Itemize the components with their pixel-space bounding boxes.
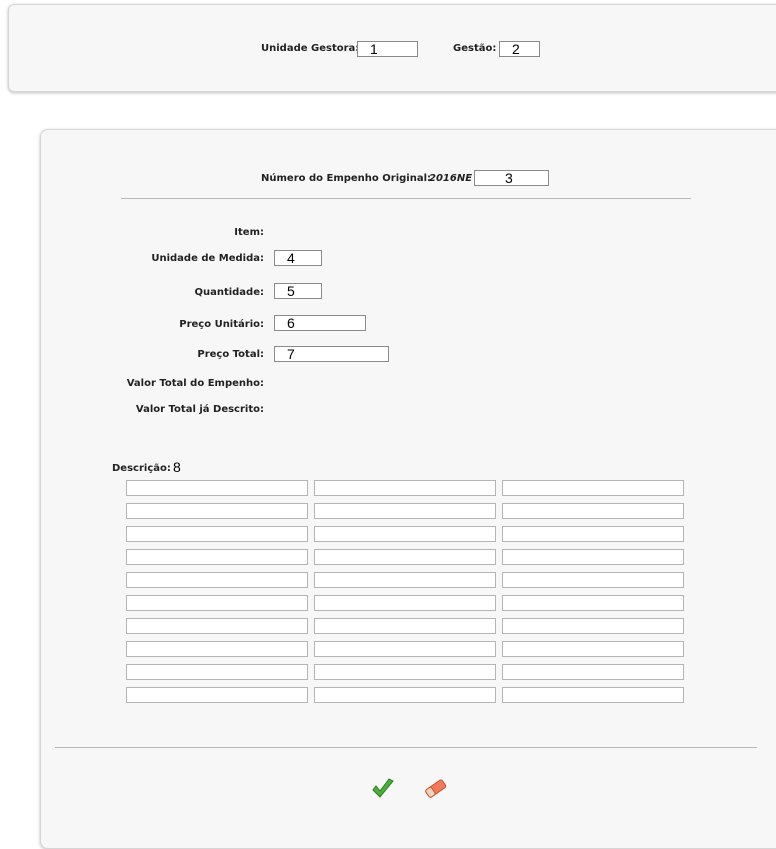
descricao-cell[interactable] <box>502 618 684 634</box>
descricao-cell[interactable] <box>126 595 308 611</box>
descricao-cell[interactable] <box>126 526 308 542</box>
valor-total-descrito-label: Valor Total já Descrito: <box>135 404 264 415</box>
descricao-cell[interactable] <box>314 641 496 657</box>
unidade-medida-input[interactable]: 4 <box>274 250 322 266</box>
descricao-cell[interactable] <box>502 687 684 703</box>
descricao-cell[interactable] <box>126 572 308 588</box>
quantidade-label: Quantidade: <box>194 287 264 298</box>
gestao-label: Gestão: <box>453 43 497 54</box>
valor-total-empenho-label: Valor Total do Empenho: <box>126 378 264 389</box>
descricao-cell[interactable] <box>314 503 496 519</box>
descricao-cell[interactable] <box>314 664 496 680</box>
descricao-cell[interactable] <box>126 618 308 634</box>
descricao-cell[interactable] <box>314 618 496 634</box>
descricao-cell[interactable] <box>126 503 308 519</box>
unidade-medida-label: Unidade de Medida: <box>151 253 264 264</box>
descricao-cell[interactable] <box>502 595 684 611</box>
descricao-cell[interactable] <box>126 687 308 703</box>
descricao-cell[interactable] <box>314 480 496 496</box>
confirm-button[interactable] <box>370 776 396 802</box>
descricao-cell[interactable] <box>502 549 684 565</box>
unidade-gestora-input[interactable]: 1 <box>357 41 418 57</box>
descricao-cell[interactable] <box>126 480 308 496</box>
descricao-cell[interactable] <box>314 687 496 703</box>
empenho-original-input[interactable]: 3 <box>474 170 549 186</box>
item-label: Item: <box>234 227 264 238</box>
preco-unitario-label: Preço Unitário: <box>179 319 264 330</box>
descricao-cell[interactable] <box>314 549 496 565</box>
descricao-cell[interactable] <box>502 526 684 542</box>
descricao-cell[interactable] <box>126 641 308 657</box>
form-divider-bottom <box>55 747 757 748</box>
preco-total-label: Preço Total: <box>197 349 264 360</box>
empenho-prefix: 2016NE <box>429 173 473 184</box>
descricao-cell[interactable] <box>314 526 496 542</box>
descricao-cell[interactable] <box>314 572 496 588</box>
descricao-cell[interactable] <box>502 503 684 519</box>
quantidade-input[interactable]: 5 <box>274 283 322 299</box>
descricao-marker: 8 <box>173 459 181 475</box>
header-panel: Unidade Gestora: 1 Gestão: 2 <box>8 4 776 92</box>
preco-total-input[interactable]: 7 <box>274 346 389 362</box>
form-divider-top <box>121 198 691 199</box>
descricao-cell[interactable] <box>502 664 684 680</box>
gestao-input[interactable]: 2 <box>499 41 540 57</box>
descricao-label: Descrição: <box>112 463 171 474</box>
empenho-item-form-panel: Número do Empenho Original: 2016NE 3 Ite… <box>40 129 776 849</box>
descricao-cell[interactable] <box>314 595 496 611</box>
checkmark-icon <box>372 778 394 798</box>
descricao-cell[interactable] <box>502 572 684 588</box>
descricao-cell[interactable] <box>126 664 308 680</box>
preco-unitario-input[interactable]: 6 <box>274 315 366 331</box>
descricao-cell[interactable] <box>502 641 684 657</box>
unidade-gestora-label: Unidade Gestora: <box>261 43 360 54</box>
eraser-icon <box>425 779 447 798</box>
clear-button[interactable] <box>423 776 449 802</box>
empenho-original-label: Número do Empenho Original: <box>261 173 432 184</box>
descricao-cell[interactable] <box>126 549 308 565</box>
descricao-cell[interactable] <box>502 480 684 496</box>
